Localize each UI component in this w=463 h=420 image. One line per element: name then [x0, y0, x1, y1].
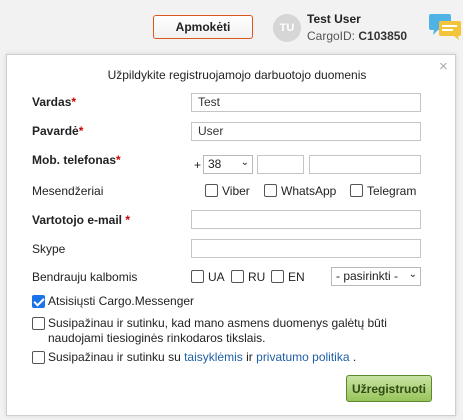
- phone-plus-sign: +: [194, 158, 202, 172]
- whatsapp-label[interactable]: WhatsApp: [281, 184, 336, 198]
- cargo-id-value: C103850: [358, 29, 408, 43]
- phone-label: Mob. telefonas*: [32, 153, 121, 167]
- phone-code-select[interactable]: 38 ⌄: [203, 155, 253, 174]
- rules-link[interactable]: taisyklėmis: [184, 350, 243, 364]
- email-label: Vartotojo e-mail *: [32, 213, 130, 227]
- skype-label: Skype: [32, 242, 66, 256]
- email-label-text: Vartotojo e-mail: [32, 213, 123, 227]
- registration-modal: Užpildykite registruojamojo darbuotojo d…: [6, 54, 456, 416]
- cargo-id-prefix: CargoID:: [307, 29, 356, 43]
- first-name-field[interactable]: Test: [191, 93, 421, 112]
- first-name-label-text: Vardas: [32, 95, 72, 109]
- languages-label: Bendrauju kalbomis: [32, 270, 138, 284]
- consent-rules-label: Susipažinau ir sutinku su taisyklėmis ir…: [48, 350, 356, 365]
- skype-field[interactable]: [191, 239, 421, 258]
- cargo-id: CargoID: C103850: [307, 29, 407, 43]
- whatsapp-checkbox[interactable]: [264, 184, 277, 197]
- close-icon[interactable]: ×: [439, 59, 448, 75]
- last-name-label-text: Pavardė: [32, 124, 79, 138]
- lang-ru-label[interactable]: RU: [248, 270, 265, 284]
- phone-code-value: 38: [208, 157, 222, 171]
- lang-ru-checkbox[interactable]: [231, 270, 244, 283]
- privacy-policy-link[interactable]: privatumo politika: [256, 350, 349, 364]
- chevron-down-icon: ⌄: [408, 269, 417, 280]
- consent-marketing-checkbox[interactable]: [32, 317, 45, 330]
- lang-en-label[interactable]: EN: [288, 270, 305, 284]
- language-select-value: - pasirinkti -: [336, 269, 399, 283]
- pay-button[interactable]: Apmokėti: [153, 15, 253, 39]
- language-select[interactable]: - pasirinkti - ⌄: [331, 267, 421, 286]
- avatar[interactable]: TU: [273, 14, 301, 42]
- download-messenger-label[interactable]: Atsisiųsti Cargo.Messenger: [48, 294, 194, 309]
- telegram-label[interactable]: Telegram: [367, 184, 416, 198]
- first-name-label: Vardas*: [32, 95, 76, 109]
- modal-title: Užpildykite registruojamojo darbuotojo d…: [107, 68, 367, 82]
- viber-checkbox[interactable]: [205, 184, 218, 197]
- consent-rules-and: ir: [246, 350, 253, 364]
- download-messenger-checkbox[interactable]: [32, 295, 45, 308]
- email-field[interactable]: [191, 210, 421, 229]
- consent-marketing-label[interactable]: Susipažinau ir sutinku, kad mano asmens …: [48, 316, 388, 346]
- register-button[interactable]: Užregistruoti: [346, 375, 432, 402]
- consent-rules-suffix: .: [352, 350, 357, 364]
- consent-rules-prefix: Susipažinau ir sutinku su: [48, 350, 181, 364]
- required-star: *: [71, 95, 77, 109]
- consent-rules-checkbox[interactable]: [32, 351, 45, 364]
- user-name[interactable]: Test User: [307, 12, 361, 26]
- required-star: *: [78, 124, 84, 138]
- last-name-label: Pavardė*: [32, 124, 83, 138]
- last-name-field[interactable]: User: [191, 122, 421, 141]
- lang-ua-checkbox[interactable]: [191, 270, 204, 283]
- top-bar: Apmokėti TU Test User CargoID: C103850: [0, 0, 463, 52]
- messengers-label: Mesendžeriai: [32, 184, 104, 198]
- phone-part-1-field[interactable]: [257, 155, 304, 174]
- required-star: *: [125, 213, 131, 227]
- required-star: *: [116, 153, 121, 167]
- phone-label-text: Mob. telefonas: [32, 153, 117, 167]
- lang-ua-label[interactable]: UA: [208, 270, 225, 284]
- viber-label[interactable]: Viber: [222, 184, 250, 198]
- lang-en-checkbox[interactable]: [271, 270, 284, 283]
- chat-icon[interactable]: [428, 13, 462, 41]
- chevron-down-icon: ⌄: [240, 157, 249, 168]
- phone-part-2-field[interactable]: [309, 155, 421, 174]
- telegram-checkbox[interactable]: [350, 184, 363, 197]
